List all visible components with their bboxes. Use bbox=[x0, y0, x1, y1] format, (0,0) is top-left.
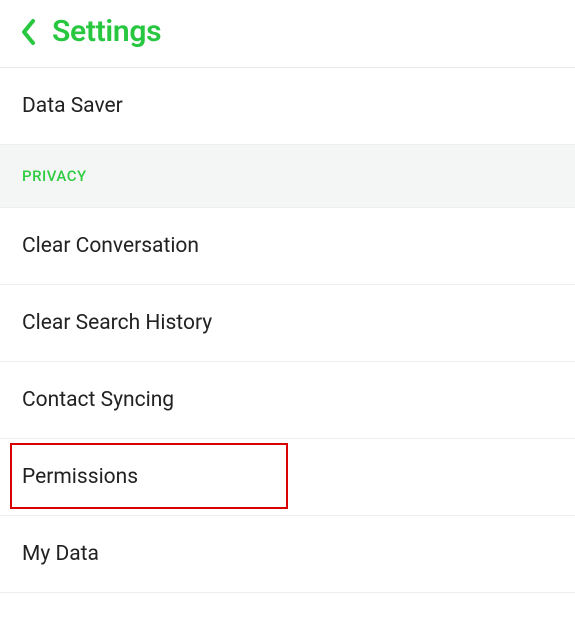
settings-item-my-data[interactable]: My Data bbox=[0, 516, 575, 593]
back-icon[interactable] bbox=[20, 18, 38, 46]
settings-item-label: My Data bbox=[22, 542, 99, 566]
settings-item-contact-syncing[interactable]: Contact Syncing bbox=[0, 362, 575, 439]
settings-item-data-saver[interactable]: Data Saver bbox=[0, 68, 575, 145]
page-title: Settings bbox=[52, 14, 161, 49]
settings-item-clear-conversation[interactable]: Clear Conversation bbox=[0, 208, 575, 285]
settings-item-label: Data Saver bbox=[22, 94, 123, 118]
settings-item-clear-search-history[interactable]: Clear Search History bbox=[0, 285, 575, 362]
settings-item-label: Clear Search History bbox=[22, 311, 212, 335]
settings-item-label: Permissions bbox=[22, 465, 138, 489]
section-header-privacy: PRIVACY bbox=[0, 145, 575, 208]
settings-header: Settings bbox=[0, 0, 575, 68]
highlighted-container: Permissions bbox=[0, 439, 575, 516]
settings-item-label: Clear Conversation bbox=[22, 234, 199, 258]
settings-item-label: Contact Syncing bbox=[22, 388, 174, 412]
section-header-label: PRIVACY bbox=[22, 167, 87, 185]
settings-item-permissions[interactable]: Permissions bbox=[0, 439, 575, 516]
